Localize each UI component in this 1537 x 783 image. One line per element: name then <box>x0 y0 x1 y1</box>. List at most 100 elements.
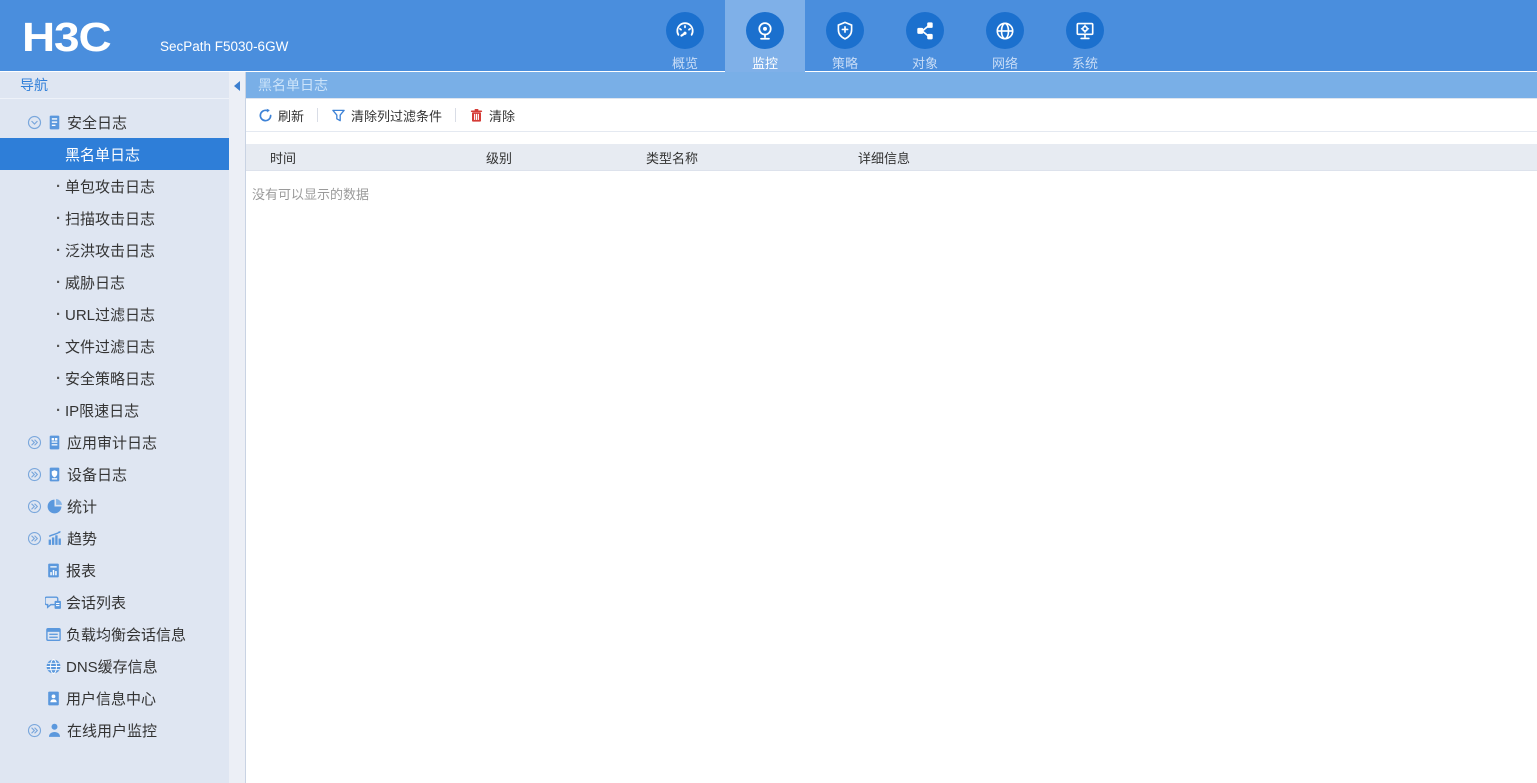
tab-label: 系统 <box>1071 56 1098 71</box>
globe-icon <box>986 12 1024 49</box>
sidebar-item-dns-cache-info[interactable]: DNS缓存信息 <box>0 650 229 682</box>
sidebar-item-label: 威胁日志 <box>65 274 126 292</box>
sidebar-item-user-info-center[interactable]: 用户信息中心 <box>0 682 229 714</box>
refresh-label: 刷新 <box>278 108 305 124</box>
clear-column-filters-button[interactable]: 清除列过滤条件 <box>327 106 446 125</box>
tab-network[interactable]: 网络 <box>965 0 1045 72</box>
chevrons-right-circle-icon[interactable] <box>27 467 42 482</box>
chevrons-right-circle-icon[interactable] <box>27 723 42 738</box>
table-header-row: 时间 级别 类型名称 详细信息 <box>246 144 1537 171</box>
sidebar-item-flood-attack-log[interactable]: · 泛洪攻击日志 <box>0 234 229 266</box>
bullet-icon: · <box>56 273 61 291</box>
online-user-icon <box>46 722 63 739</box>
sidebar-item-label: DNS缓存信息 <box>66 658 158 676</box>
toolbar-separator <box>455 108 457 122</box>
sidebar-item-session-list[interactable]: 会话列表 <box>0 586 229 618</box>
sidebar-item-label: 单包攻击日志 <box>65 178 156 196</box>
chevrons-right-circle-icon[interactable] <box>27 435 42 450</box>
bullet-icon: · <box>56 177 61 195</box>
sidebar-item-label: 黑名单日志 <box>65 146 141 164</box>
sidebar-item-statistics[interactable]: 统计 <box>0 490 229 522</box>
sidebar-item-label: 设备日志 <box>67 466 128 484</box>
webcam-icon <box>746 12 784 49</box>
sidebar-item-label: 负载均衡会话信息 <box>66 626 187 644</box>
sidebar-item-label: 用户信息中心 <box>66 690 157 708</box>
column-header-type-name[interactable]: 类型名称 <box>622 148 834 167</box>
sidebar-item-label: 文件过滤日志 <box>65 338 156 356</box>
refresh-icon <box>258 108 273 123</box>
pie-chart-icon <box>46 498 63 515</box>
sidebar-item-reports[interactable]: 报表 <box>0 554 229 586</box>
tab-label: 网络 <box>991 56 1018 71</box>
h3c-logo: H3C <box>22 14 112 60</box>
sidebar-item-blacklist-log[interactable]: · 黑名单日志 <box>0 138 229 170</box>
breadcrumb: 黑名单日志 <box>246 72 1537 99</box>
bullet-icon: · <box>56 209 61 227</box>
chevrons-right-circle-icon[interactable] <box>27 499 42 514</box>
sidebar-item-app-audit-log[interactable]: 应用审计日志 <box>0 426 229 458</box>
sidebar-item-security-log[interactable]: 安全日志 <box>0 106 229 138</box>
sidebar-item-label: 会话列表 <box>66 594 127 612</box>
sidebar-item-label: 扫描攻击日志 <box>65 210 156 228</box>
tab-monitor[interactable]: 监控 <box>725 0 805 72</box>
sidebar-item-url-filter-log[interactable]: · URL过滤日志 <box>0 298 229 330</box>
collapse-left-icon[interactable] <box>234 81 240 91</box>
sidebar-item-file-filter-log[interactable]: · 文件过滤日志 <box>0 330 229 362</box>
sidebar-item-label: 安全策略日志 <box>65 370 156 388</box>
filter-funnel-icon <box>331 108 346 123</box>
device-model: SecPath F5030-6GW <box>160 39 289 54</box>
sidebar-item-label: 统计 <box>67 498 98 516</box>
empty-state-text: 没有可以显示的数据 <box>252 187 370 202</box>
sidebar-item-label: 泛洪攻击日志 <box>65 242 156 260</box>
sidebar-item-trends[interactable]: 趋势 <box>0 522 229 554</box>
sidebar: 导航 安全日志 · 黑名单日志 <box>0 72 229 783</box>
column-header-level[interactable]: 级别 <box>462 148 622 167</box>
column-header-details[interactable]: 详细信息 <box>834 148 1537 167</box>
sidebar-item-threat-log[interactable]: · 威胁日志 <box>0 266 229 298</box>
shield-plus-icon <box>826 12 864 49</box>
bullet-icon: · <box>56 401 61 419</box>
tab-label: 概览 <box>671 56 698 71</box>
column-header-time[interactable]: 时间 <box>246 148 462 167</box>
sidebar-collapse-strip[interactable] <box>229 72 246 783</box>
session-list-icon <box>45 594 62 611</box>
sidebar-item-online-user-monitor[interactable]: 在线用户监控 <box>0 714 229 746</box>
system-monitor-gear-icon <box>1066 12 1104 49</box>
sidebar-item-label: URL过滤日志 <box>65 306 156 324</box>
gauge-icon <box>666 12 704 49</box>
sidebar-item-label: IP限速日志 <box>65 402 140 420</box>
log-table: 时间 级别 类型名称 详细信息 没有可以显示的数据 <box>246 132 1537 203</box>
bullet-icon: · <box>56 241 61 259</box>
audit-log-icon <box>46 434 63 451</box>
dns-globe-icon <box>45 658 62 675</box>
sidebar-item-ip-rate-limit-log[interactable]: · IP限速日志 <box>0 394 229 426</box>
clear-button[interactable]: 清除 <box>465 106 519 125</box>
tab-objects[interactable]: 对象 <box>885 0 965 72</box>
sidebar-item-label: 应用审计日志 <box>67 434 158 452</box>
chevron-down-circle-icon[interactable] <box>27 115 42 130</box>
tab-policy[interactable]: 策略 <box>805 0 885 72</box>
report-icon <box>45 562 62 579</box>
security-log-icon <box>46 114 63 131</box>
toolbar-separator <box>317 108 319 122</box>
tab-system[interactable]: 系统 <box>1045 0 1125 72</box>
sidebar-title: 导航 <box>0 72 229 99</box>
sidebar-item-label: 报表 <box>66 562 97 580</box>
user-info-icon <box>45 690 62 707</box>
sidebar-item-scan-attack-log[interactable]: · 扫描攻击日志 <box>0 202 229 234</box>
chevrons-right-circle-icon[interactable] <box>27 531 42 546</box>
sidebar-item-security-policy-log[interactable]: · 安全策略日志 <box>0 362 229 394</box>
tab-overview[interactable]: 概览 <box>645 0 725 72</box>
load-balance-icon <box>45 626 62 643</box>
sidebar-item-device-log[interactable]: 设备日志 <box>0 458 229 490</box>
bullet-icon: · <box>56 305 61 323</box>
clear-column-filters-label: 清除列过滤条件 <box>351 108 443 124</box>
refresh-button[interactable]: 刷新 <box>254 106 308 125</box>
top-banner: H3C SecPath F5030-6GW 概览 监控 策略 对象 网络 系统 <box>0 0 1537 72</box>
share-nodes-icon <box>906 12 944 49</box>
sidebar-item-label: 安全日志 <box>67 114 128 132</box>
toolbar: 刷新 清除列过滤条件 清除 <box>246 99 1537 132</box>
tab-label: 策略 <box>831 56 858 71</box>
sidebar-item-load-balance-session-info[interactable]: 负载均衡会话信息 <box>0 618 229 650</box>
sidebar-item-single-packet-attack-log[interactable]: · 单包攻击日志 <box>0 170 229 202</box>
